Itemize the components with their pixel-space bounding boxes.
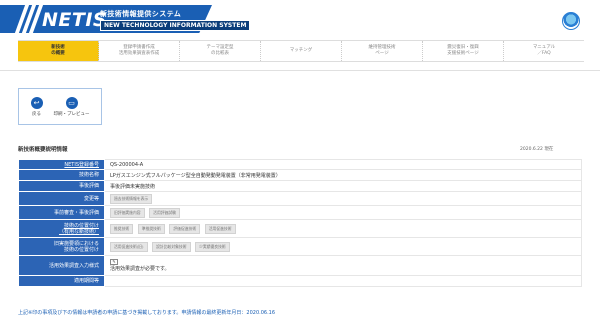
tech-info-table: NETIS登録番号 QS-200004-A 技術名称 LPガスエンジン式フルパッ…	[18, 159, 582, 287]
logo-title-en: NEW TECHNOLOGY INFORMATION SYSTEM	[100, 20, 251, 31]
table-row: NETIS登録番号 QS-200004-A	[18, 159, 582, 170]
back-arrow-icon: ↩	[30, 96, 43, 109]
tool-panel: ↩ 戻る ▭ 印刷・プレビュー	[18, 88, 102, 125]
nav-item-theme-compare[interactable]: テーマ設定型 の比較表	[180, 41, 261, 61]
table-row: 適用期間等	[18, 275, 582, 287]
site-header: NETIS 新技術情報提供システム NEW TECHNOLOGY INFORMA…	[0, 0, 600, 38]
position-tag: 推奨技術	[110, 223, 134, 234]
edit-icon[interactable]: ✎	[110, 259, 118, 265]
eval-label: 事後評価	[18, 180, 105, 192]
logo-text: NETIS	[42, 9, 108, 31]
eval-value: 事後評価未実施技術	[104, 180, 582, 192]
period-label: 適用期間等	[18, 275, 105, 287]
nav-item-matching[interactable]: マッチング	[261, 41, 342, 61]
position-tag: 評価促進技術	[169, 223, 201, 234]
pre-eval-label: 事前審査・事後評価	[18, 205, 105, 220]
ret-position-tag: 設計比較対象技術	[152, 241, 191, 252]
pre-eval-tag: 活用評価試験	[149, 207, 180, 218]
ret-position-tag: 少実績優良技術	[195, 241, 230, 252]
pre-eval-tag: 旧評価実施内容	[110, 207, 145, 218]
nav-item-overview[interactable]: 新技術 の概要	[18, 41, 99, 61]
main-nav: 新技術 の概要 登録申請書作成 活用効果調査表作成 テーマ設定型 の比較表 マッチング…	[18, 40, 584, 62]
table-row: 旧実施要領における 技術の位置付け 活用促進技術(旧) 設計比較対象技術 少実績…	[18, 237, 582, 256]
change-tag[interactable]: 過去技術情報を表示	[110, 193, 153, 204]
footnote: 上記※印の事項及び下の情報は申請者の申請に基づき掲載しております。申請情報の最終…	[18, 310, 276, 316]
section-date: 2020.6.22 現在	[520, 147, 554, 152]
ret-position-tag: 活用促進技術(旧)	[110, 241, 148, 252]
divider	[0, 70, 600, 71]
position-label[interactable]: 技術の位置付け （有用な新技術）	[18, 219, 105, 238]
nav-item-disaster[interactable]: 震災復旧・復興 支援技術ページ	[423, 41, 504, 61]
table-row: 変更等 過去技術情報を表示	[18, 191, 582, 206]
nav-item-manual[interactable]: マニュアル ／FAQ	[504, 41, 584, 61]
table-row: 事前審査・事後評価 旧評価実施内容 活用評価試験	[18, 205, 582, 220]
input-note: 活用効果調査が必要です。	[110, 266, 170, 272]
netis-logo[interactable]: NETIS 新技術情報提供システム NEW TECHNOLOGY INFORMA…	[0, 0, 325, 34]
nav-item-application[interactable]: 登録申請書作成 活用効果調査表作成	[99, 41, 180, 61]
reg-no-value: QS-200004-A	[104, 159, 582, 170]
logo-title-jp: 新技術情報提供システム	[100, 10, 182, 18]
table-row: 技術名称 LPガスエンジン式フルパッケージ型全自動発動発電装置（非常用発電装置）	[18, 169, 582, 181]
input-form-label: 活用効果調査入力様式	[18, 255, 105, 276]
position-tag: 活用促進技術	[204, 223, 236, 234]
reg-no-label[interactable]: NETIS登録番号	[18, 159, 105, 170]
table-row: 技術の位置付け （有用な新技術） 推奨技術 準推奨技術 評価促進技術 活用促進技…	[18, 219, 582, 238]
back-button[interactable]: ↩ 戻る	[30, 96, 43, 117]
ministry-emblem-icon	[562, 12, 580, 30]
logo-stripes-icon	[14, 5, 44, 33]
printer-icon: ▭	[65, 96, 78, 109]
nav-item-maintenance[interactable]: 維持管理技術 ページ	[342, 41, 423, 61]
section-title: 新技術概要説明情報	[18, 147, 68, 153]
ret-position-label: 旧実施要領における 技術の位置付け	[18, 237, 105, 256]
change-label: 変更等	[18, 191, 105, 206]
position-tag: 準推奨技術	[137, 223, 165, 234]
table-row: 事後評価 事後評価未実施技術	[18, 180, 582, 192]
table-row: 活用効果調査入力様式 ✎ 活用効果調査が必要です。	[18, 255, 582, 276]
tech-name-label: 技術名称	[18, 169, 105, 181]
print-preview-button[interactable]: ▭ 印刷・プレビュー	[54, 96, 90, 117]
period-value	[104, 275, 582, 287]
tech-name-value: LPガスエンジン式フルパッケージ型全自動発動発電装置（非常用発電装置）	[104, 169, 582, 181]
